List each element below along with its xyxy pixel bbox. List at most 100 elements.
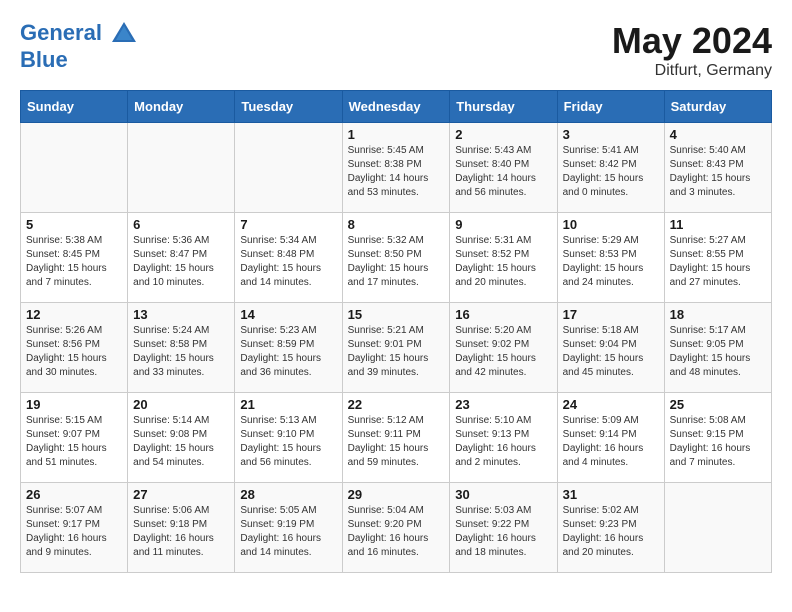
day-number: 24 — [563, 397, 659, 412]
day-number: 1 — [348, 127, 445, 142]
weekday-header-sunday: Sunday — [21, 91, 128, 123]
calendar-cell: 4 Sunrise: 5:40 AMSunset: 8:43 PMDaylight… — [664, 123, 771, 213]
day-number: 26 — [26, 487, 122, 502]
day-number: 10 — [563, 217, 659, 232]
day-number: 31 — [563, 487, 659, 502]
calendar-cell: 28 Sunrise: 5:05 AMSunset: 9:19 PMDayligh… — [235, 483, 342, 573]
day-number: 20 — [133, 397, 229, 412]
calendar-cell: 2 Sunrise: 5:43 AMSunset: 8:40 PMDaylight… — [450, 123, 557, 213]
calendar-cell — [128, 123, 235, 213]
day-number: 25 — [670, 397, 766, 412]
day-info: Sunrise: 5:34 AMSunset: 8:48 PMDaylight:… — [240, 234, 336, 290]
day-number: 18 — [670, 307, 766, 322]
title-block: May 2024 Ditfurt, Germany — [612, 20, 772, 80]
month-title: May 2024 — [612, 20, 772, 62]
day-info: Sunrise: 5:12 AMSunset: 9:11 PMDaylight:… — [348, 414, 445, 470]
day-number: 29 — [348, 487, 445, 502]
calendar-cell: 9Sunrise: 5:31 AMSunset: 8:52 PMDaylight… — [450, 213, 557, 303]
weekday-header-monday: Monday — [128, 91, 235, 123]
day-info: Sunrise: 5:14 AMSunset: 9:08 PMDaylight:… — [133, 414, 229, 470]
calendar-cell: 8 Sunrise: 5:32 AMSunset: 8:50 PMDaylight… — [342, 213, 450, 303]
day-number: 8 — [348, 217, 445, 232]
day-info: Sunrise: 5:09 AMSunset: 9:14 PMDaylight:… — [563, 414, 659, 470]
calendar-cell: 15Sunrise: 5:21 AMSunset: 9:01 PMDayligh… — [342, 303, 450, 393]
day-info: Sunrise: 5:13 AMSunset: 9:10 PMDaylight:… — [240, 414, 336, 470]
day-info: Sunrise: 5:02 AMSunset: 9:23 PMDaylight:… — [563, 504, 659, 560]
weekday-header-wednesday: Wednesday — [342, 91, 450, 123]
day-number: 9 — [455, 217, 551, 232]
day-info: Sunrise: 5:08 AMSunset: 9:15 PMDaylight:… — [670, 414, 766, 470]
calendar-cell: 7 Sunrise: 5:34 AMSunset: 8:48 PMDaylight… — [235, 213, 342, 303]
calendar-cell: 1Sunrise: 5:45 AMSunset: 8:38 PMDaylight… — [342, 123, 450, 213]
calendar-cell: 12 Sunrise: 5:26 AMSunset: 8:56 PMDayligh… — [21, 303, 128, 393]
day-info: Sunrise: 5:29 AMSunset: 8:53 PMDaylight:… — [563, 234, 659, 290]
day-number: 30 — [455, 487, 551, 502]
day-info: Sunrise: 5:43 AMSunset: 8:40 PMDaylight:… — [455, 144, 551, 200]
weekday-header-friday: Friday — [557, 91, 664, 123]
calendar-cell: 17 Sunrise: 5:18 AMSunset: 9:04 PMDayligh… — [557, 303, 664, 393]
calendar-cell: 20 Sunrise: 5:14 AMSunset: 9:08 PMDayligh… — [128, 393, 235, 483]
day-number: 4 — [670, 127, 766, 142]
calendar-cell: 18 Sunrise: 5:17 AMSunset: 9:05 PMDayligh… — [664, 303, 771, 393]
calendar-table: SundayMondayTuesdayWednesdayThursdayFrid… — [20, 90, 772, 573]
weekday-header-saturday: Saturday — [664, 91, 771, 123]
calendar-cell: 16Sunrise: 5:20 AMSunset: 9:02 PMDayligh… — [450, 303, 557, 393]
calendar-cell: 26 Sunrise: 5:07 AMSunset: 9:17 PMDayligh… — [21, 483, 128, 573]
calendar-cell — [235, 123, 342, 213]
calendar-cell — [664, 483, 771, 573]
weekday-header-tuesday: Tuesday — [235, 91, 342, 123]
day-info: Sunrise: 5:26 AMSunset: 8:56 PMDaylight:… — [26, 324, 122, 380]
day-number: 2 — [455, 127, 551, 142]
calendar-cell: 13 Sunrise: 5:24 AMSunset: 8:58 PMDayligh… — [128, 303, 235, 393]
calendar-cell: 31 Sunrise: 5:02 AMSunset: 9:23 PMDayligh… — [557, 483, 664, 573]
calendar-cell: 3Sunrise: 5:41 AMSunset: 8:42 PMDaylight… — [557, 123, 664, 213]
day-number: 16 — [455, 307, 551, 322]
calendar-cell: 22 Sunrise: 5:12 AMSunset: 9:11 PMDayligh… — [342, 393, 450, 483]
day-info: Sunrise: 5:36 AMSunset: 8:47 PMDaylight:… — [133, 234, 229, 290]
day-info: Sunrise: 5:06 AMSunset: 9:18 PMDaylight:… — [133, 504, 229, 560]
day-info: Sunrise: 5:18 AMSunset: 9:04 PMDaylight:… — [563, 324, 659, 380]
day-info: Sunrise: 5:41 AMSunset: 8:42 PMDaylight:… — [563, 144, 659, 200]
day-number: 22 — [348, 397, 445, 412]
day-info: Sunrise: 5:38 AMSunset: 8:45 PMDaylight:… — [26, 234, 122, 290]
day-number: 23 — [455, 397, 551, 412]
logo-blue: Blue — [20, 48, 138, 72]
calendar-cell: 19 Sunrise: 5:15 AMSunset: 9:07 PMDayligh… — [21, 393, 128, 483]
calendar-cell: 5 Sunrise: 5:38 AMSunset: 8:45 PMDaylight… — [21, 213, 128, 303]
calendar-cell: 25 Sunrise: 5:08 AMSunset: 9:15 PMDayligh… — [664, 393, 771, 483]
calendar-cell: 29Sunrise: 5:04 AMSunset: 9:20 PMDayligh… — [342, 483, 450, 573]
logo-text: General — [20, 20, 138, 48]
day-number: 12 — [26, 307, 122, 322]
day-number: 21 — [240, 397, 336, 412]
day-number: 27 — [133, 487, 229, 502]
page-header: General Blue May 2024 Ditfurt, Germany — [20, 20, 772, 80]
weekday-header-thursday: Thursday — [450, 91, 557, 123]
calendar-cell: 23 Sunrise: 5:10 AMSunset: 9:13 PMDayligh… — [450, 393, 557, 483]
day-number: 7 — [240, 217, 336, 232]
day-number: 19 — [26, 397, 122, 412]
day-number: 15 — [348, 307, 445, 322]
calendar-cell: 24 Sunrise: 5:09 AMSunset: 9:14 PMDayligh… — [557, 393, 664, 483]
day-info: Sunrise: 5:17 AMSunset: 9:05 PMDaylight:… — [670, 324, 766, 380]
day-info: Sunrise: 5:15 AMSunset: 9:07 PMDaylight:… — [26, 414, 122, 470]
day-number: 17 — [563, 307, 659, 322]
day-number: 6 — [133, 217, 229, 232]
day-info: Sunrise: 5:10 AMSunset: 9:13 PMDaylight:… — [455, 414, 551, 470]
day-number: 14 — [240, 307, 336, 322]
calendar-cell: 30Sunrise: 5:03 AMSunset: 9:22 PMDayligh… — [450, 483, 557, 573]
calendar-cell: 6 Sunrise: 5:36 AMSunset: 8:47 PMDaylight… — [128, 213, 235, 303]
calendar-cell: 11Sunrise: 5:27 AMSunset: 8:55 PMDayligh… — [664, 213, 771, 303]
day-number: 5 — [26, 217, 122, 232]
day-number: 13 — [133, 307, 229, 322]
day-info: Sunrise: 5:27 AMSunset: 8:55 PMDaylight:… — [670, 234, 766, 290]
day-number: 28 — [240, 487, 336, 502]
calendar-cell: 27 Sunrise: 5:06 AMSunset: 9:18 PMDayligh… — [128, 483, 235, 573]
logo: General Blue — [20, 20, 138, 72]
day-info: Sunrise: 5:32 AMSunset: 8:50 PMDaylight:… — [348, 234, 445, 290]
location: Ditfurt, Germany — [612, 62, 772, 80]
day-info: Sunrise: 5:40 AMSunset: 8:43 PMDaylight:… — [670, 144, 766, 200]
day-info: Sunrise: 5:24 AMSunset: 8:58 PMDaylight:… — [133, 324, 229, 380]
day-info: Sunrise: 5:07 AMSunset: 9:17 PMDaylight:… — [26, 504, 122, 560]
calendar-cell: 10 Sunrise: 5:29 AMSunset: 8:53 PMDayligh… — [557, 213, 664, 303]
day-info: Sunrise: 5:05 AMSunset: 9:19 PMDaylight:… — [240, 504, 336, 560]
